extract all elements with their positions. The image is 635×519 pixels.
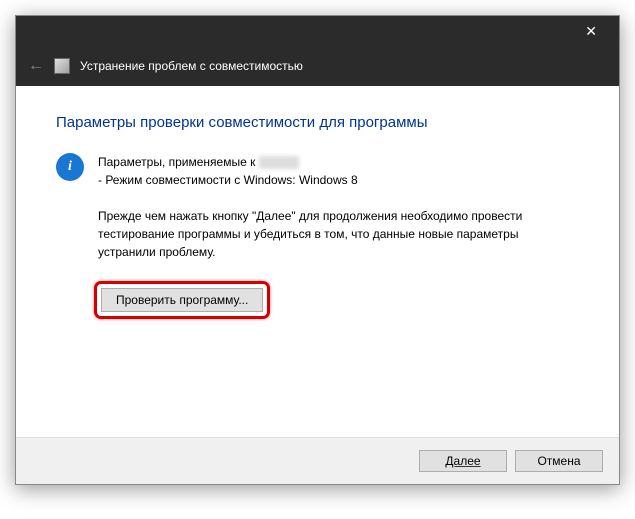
info-line1: Параметры, применяемые к (98, 155, 255, 169)
highlight-annotation: Проверить программу... (94, 281, 270, 319)
content-area: Параметры проверки совместимости для про… (16, 86, 619, 437)
info-icon: i (56, 153, 84, 181)
page-title: Параметры проверки совместимости для про… (56, 114, 579, 131)
header: ← Устранение проблем с совместимостью (16, 46, 619, 86)
instruction-text: Прежде чем нажать кнопку "Далее" для про… (98, 207, 579, 261)
footer: Далее Отмена (16, 437, 619, 484)
back-arrow-icon[interactable]: ← (28, 57, 44, 75)
dialog-window: ✕ ← Устранение проблем с совместимостью … (15, 15, 620, 485)
troubleshoot-icon (54, 58, 70, 74)
redacted-program-name (259, 156, 299, 169)
header-title: Устранение проблем с совместимостью (80, 59, 303, 73)
cancel-button[interactable]: Отмена (515, 450, 603, 472)
info-text: Параметры, применяемые к - Режим совмест… (98, 153, 358, 189)
close-icon[interactable]: ✕ (573, 19, 609, 44)
info-row: i Параметры, применяемые к - Режим совме… (56, 153, 579, 189)
test-program-button[interactable]: Проверить программу... (101, 288, 263, 312)
titlebar: ✕ (16, 16, 619, 46)
info-line2: - Режим совместимости с Windows: Windows… (98, 173, 358, 187)
next-button[interactable]: Далее (419, 450, 507, 472)
